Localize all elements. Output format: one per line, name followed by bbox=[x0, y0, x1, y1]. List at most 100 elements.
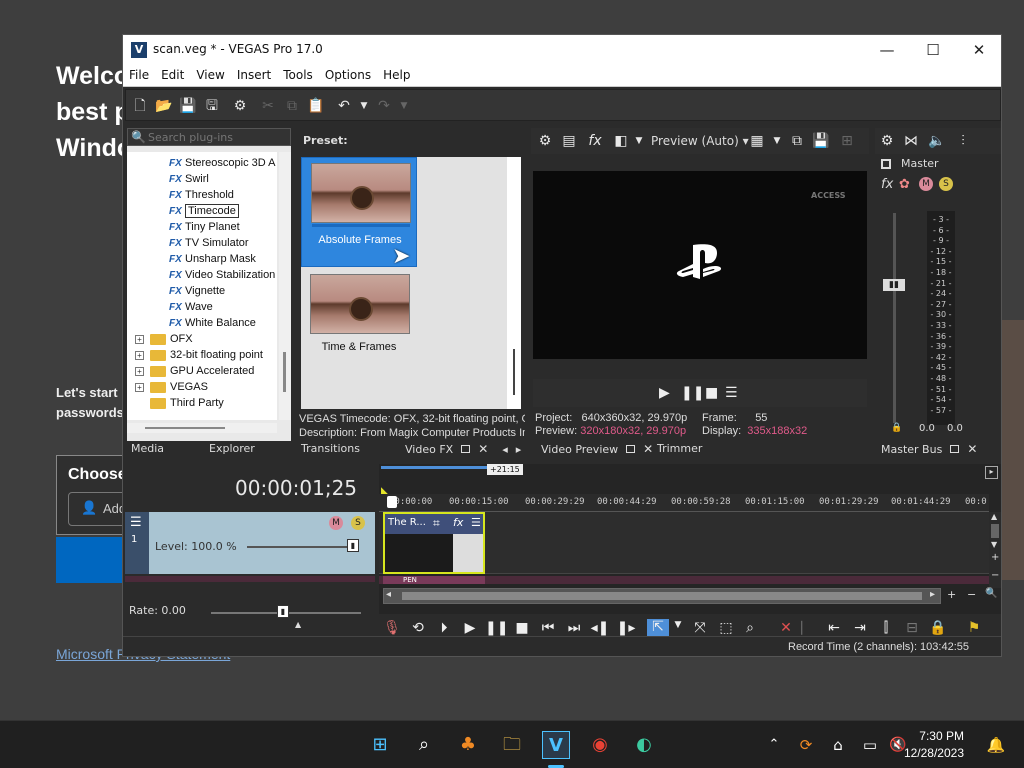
master-settings-gear-icon[interactable]: ⚙ bbox=[877, 131, 897, 151]
menu-edit[interactable]: Edit bbox=[155, 65, 190, 82]
paste-icon[interactable]: 📋 bbox=[306, 96, 326, 116]
tree-item-selected[interactable]: FX Timecode bbox=[169, 203, 239, 219]
tree-horizontal-scrollbar[interactable] bbox=[127, 423, 277, 433]
split-dropdown-icon[interactable]: ▼ bbox=[629, 131, 649, 151]
master-select-icon[interactable] bbox=[881, 159, 891, 169]
track-mute-icon[interactable]: M bbox=[329, 516, 343, 530]
menu-insert[interactable]: Insert bbox=[231, 65, 277, 82]
undock-icon[interactable] bbox=[461, 445, 471, 453]
crop-icon[interactable]: ⌗ bbox=[433, 516, 440, 531]
second-track-header[interactable] bbox=[125, 576, 375, 582]
video-clip[interactable]: The R... ⌗ fx ☰ bbox=[383, 512, 485, 574]
insert-marker-icon[interactable]: ⚑ bbox=[963, 620, 985, 636]
play-icon[interactable]: ▶ bbox=[659, 385, 670, 401]
title-bar[interactable]: V scan.veg * - VEGAS Pro 17.0 — ☐ ✕ bbox=[123, 35, 1001, 65]
time-ruler[interactable]: 00:00:00 00:00:15:00 00:00:29:29 00:00:4… bbox=[379, 494, 989, 512]
tree-item[interactable]: FX Stereoscopic 3D A bbox=[169, 155, 276, 171]
mixer-sliders-icon[interactable]: ⫶ bbox=[953, 131, 973, 151]
video-fx-icon[interactable]: fx bbox=[585, 131, 605, 151]
timeline-play-icon[interactable]: ▶ bbox=[459, 620, 481, 636]
tree-hscroll-thumb[interactable] bbox=[145, 427, 225, 429]
tree-item[interactable]: FX Swirl bbox=[169, 171, 209, 187]
downmix-icon[interactable]: ⋈ bbox=[901, 131, 921, 151]
tab-master-bus[interactable]: Master Bus ✕ bbox=[881, 441, 977, 457]
scroll-left-icon[interactable]: ◂ bbox=[386, 589, 391, 600]
audio-clip[interactable]: PEN bbox=[383, 576, 485, 584]
open-folder-icon[interactable]: 📂 bbox=[154, 96, 174, 116]
go-to-end-icon[interactable]: ⏭ bbox=[563, 620, 585, 636]
track-menu-icon[interactable]: ☰ bbox=[130, 515, 142, 530]
overlay-dropdown-icon[interactable]: ▼ bbox=[767, 131, 787, 151]
new-file-icon[interactable]: 🗋 bbox=[130, 96, 150, 116]
tab-video-fx[interactable]: Video FX ✕ ◂ ▸ bbox=[405, 441, 521, 457]
tree-folder[interactable]: + VEGAS bbox=[135, 379, 208, 395]
preview-settings-gear-icon[interactable]: ⚙ bbox=[535, 131, 555, 151]
timeline-vscroll-thumb[interactable] bbox=[991, 524, 999, 538]
delete-icon[interactable]: ✕ bbox=[775, 620, 797, 636]
previous-frame-icon[interactable]: ◂❚ bbox=[589, 620, 611, 636]
zoom-in-icon[interactable]: + bbox=[947, 588, 956, 601]
snap-icon[interactable]: ⊟ bbox=[901, 620, 923, 636]
scroll-up-icon[interactable]: ▲ bbox=[991, 512, 997, 521]
tree-folder[interactable]: + GPU Accelerated bbox=[135, 363, 254, 379]
preset-tile-time-frames[interactable]: Time & Frames bbox=[301, 269, 417, 379]
save-snapshot-icon[interactable]: 💾 bbox=[811, 131, 831, 151]
timecode-display[interactable]: 00:00:01;25 bbox=[235, 476, 357, 500]
menu-options[interactable]: Options bbox=[319, 65, 377, 82]
loop-region-bar[interactable] bbox=[381, 466, 487, 469]
master-solo-icon[interactable]: S bbox=[939, 177, 953, 191]
tab-video-preview[interactable]: Video Preview ✕ bbox=[541, 441, 653, 457]
vegas-taskbar-icon[interactable]: V bbox=[542, 731, 570, 759]
tree-vertical-scrollbar[interactable] bbox=[279, 152, 291, 420]
track-level-slider[interactable] bbox=[247, 546, 357, 548]
rate-slider-handle[interactable]: ▮ bbox=[277, 605, 289, 618]
close-button[interactable]: ✕ bbox=[956, 35, 1001, 65]
menu-file[interactable]: File bbox=[123, 65, 155, 82]
track-solo-icon[interactable]: S bbox=[351, 516, 365, 530]
windows-start-icon[interactable]: ⊞ bbox=[366, 731, 394, 759]
track-level-handle[interactable]: ▮ bbox=[347, 539, 359, 552]
redo-icon[interactable]: ↷ bbox=[374, 96, 394, 116]
master-gear-icon[interactable]: ✿ bbox=[899, 177, 910, 192]
preset-scroll-thumb[interactable] bbox=[513, 349, 515, 395]
tab-media[interactable]: Media bbox=[131, 441, 164, 457]
trim-end-icon[interactable]: ⇥ bbox=[849, 620, 871, 636]
preset-tile-absolute-frames[interactable]: Absolute Frames ➤ bbox=[301, 157, 417, 269]
expand-icon[interactable]: + bbox=[135, 350, 144, 360]
tree-folder[interactable]: +32-bit floating point bbox=[135, 347, 263, 363]
lock-envelopes-icon[interactable]: 🔒 bbox=[927, 620, 949, 636]
close-tab-icon[interactable]: ✕ bbox=[478, 442, 488, 456]
zoom-out-vertical-icon[interactable]: − bbox=[991, 570, 999, 581]
tree-item[interactable]: FX Unsharp Mask bbox=[169, 251, 256, 267]
menu-view[interactable]: View bbox=[190, 65, 230, 82]
zoom-edit-tool-icon[interactable]: ⌕ bbox=[739, 620, 761, 636]
scroll-right-icon[interactable]: ▸ bbox=[930, 589, 935, 600]
undo-icon[interactable]: ↶ bbox=[334, 96, 354, 116]
preview-misc-icon[interactable]: ⊞ bbox=[837, 131, 857, 151]
undo-dropdown-icon[interactable]: ▼ bbox=[354, 96, 374, 116]
go-to-start-icon[interactable]: ⏮ bbox=[537, 620, 559, 636]
network-icon[interactable]: ⌂ bbox=[824, 731, 852, 759]
menu-tools[interactable]: Tools bbox=[277, 65, 319, 82]
plugin-search-input[interactable] bbox=[148, 130, 288, 145]
tab-trimmer[interactable]: Trimmer bbox=[657, 441, 702, 457]
tree-folder[interactable]: Third Party bbox=[150, 395, 224, 411]
playhead-marker[interactable] bbox=[387, 496, 397, 508]
clip-menu-icon[interactable]: ☰ bbox=[471, 516, 481, 529]
tree-item[interactable]: FX Vignette bbox=[169, 283, 225, 299]
cut-icon[interactable]: ✂ bbox=[258, 96, 278, 116]
selection-tool-icon[interactable]: ⬚ bbox=[715, 620, 737, 636]
timeline-vertical-scrollbar[interactable]: ▲ ▼ + − bbox=[989, 512, 1001, 588]
scroll-down-icon[interactable]: ▼ bbox=[991, 540, 997, 549]
copy-snapshot-icon[interactable]: ⧉ bbox=[787, 131, 807, 151]
stop-icon[interactable]: ■ bbox=[705, 385, 718, 401]
clock-time[interactable]: 7:30 PM bbox=[919, 729, 964, 743]
master-fx-icon[interactable]: fx bbox=[881, 177, 893, 192]
file-explorer-icon[interactable]: 🗀 bbox=[498, 731, 526, 759]
expand-icon[interactable]: + bbox=[135, 366, 144, 376]
record-microphone-icon[interactable]: 🎙 bbox=[381, 620, 403, 636]
pause-icon[interactable]: ❚❚ bbox=[681, 385, 704, 401]
timeline-horizontal-scrollbar[interactable]: ◂ ▸ bbox=[383, 588, 941, 604]
trim-start-icon[interactable]: ⇤ bbox=[823, 620, 845, 636]
tree-item[interactable]: FX Video Stabilization bbox=[169, 267, 275, 283]
